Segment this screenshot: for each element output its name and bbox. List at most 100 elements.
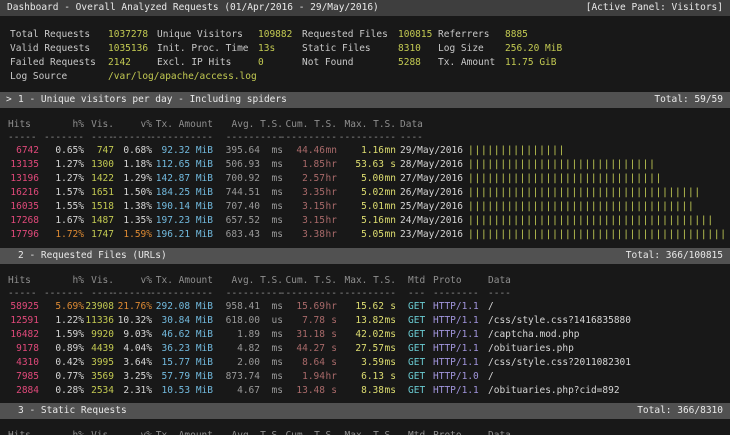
col-underline-tx: ----------- [150,131,213,145]
table-row[interactable]: 125911.22%1133610.32%30.84 MiB618.00us7.… [0,314,730,328]
visitors-value: 1747 [91,228,114,242]
hits-percent: 0.42% [55,356,84,370]
col-underline-max: ---------- [339,131,396,145]
summary-label: Log Size [438,42,484,56]
table-row[interactable]: 172681.67%14871.35%197.23 MiB657.52ms3.1… [0,214,730,228]
hits-percent: 0.89% [55,342,84,356]
col-header-max: Max. T.S. [345,429,396,435]
cum-ts-value: 44.27 [296,342,325,356]
visitors-value: 4439 [91,342,114,356]
summary-value: 8885 [505,28,528,42]
visitors-value: 3995 [91,356,114,370]
col-header-vis: Vis. [91,118,114,132]
max-ts-unit: mn [385,172,396,186]
col-header-max: Max. T.S. [345,118,396,132]
panel-header-bar[interactable]: > 1 - Unique visitors per day - Includin… [0,92,730,108]
table-row[interactable]: 160351.55%15181.38%190.14 MiB707.40ms3.1… [0,200,730,214]
hits-value: 16035 [10,200,39,214]
http-method: GET [408,300,425,314]
summary-value: 8310 [398,42,421,56]
table-row[interactable]: 28840.28%25342.31%10.53 MiB4.67ms13.48s8… [0,384,730,398]
goaccess-terminal-screen: Dashboard - Overall Analyzed Requests (0… [0,0,730,435]
hits-bar: ||||||||||||||||||||||||||||||||||| [468,200,694,214]
max-ts-unit: mn [385,214,396,228]
visitors-percent: 1.50% [123,186,152,200]
col-header-tx: Tx. Amount [156,429,213,435]
avg-ts-unit: ms [272,356,283,370]
cum-ts-value: 15.69 [296,300,325,314]
col-header-hits: Hits [8,429,31,435]
cum-ts-unit: s [331,384,337,398]
max-ts-value: 15.62 [355,300,384,314]
table-row[interactable]: 43100.42%39953.64%15.77 MiB2.00ms8.64s3.… [0,356,730,370]
table-row[interactable]: 131351.27%13001.18%112.65 MiB506.93ms1.8… [0,158,730,172]
cum-ts-unit: hr [326,370,337,384]
visitors-percent: 10.32% [118,314,152,328]
col-header-max: Max. T.S. [345,274,396,288]
tx-amount-value: 57.79 MiB [162,370,213,384]
visitors-percent: 1.29% [123,172,152,186]
col-header-avg: Avg. T.S. [232,274,283,288]
summary-label: Total Requests [10,28,90,42]
date-value: 23/May/2016 [400,228,463,242]
http-method: GET [408,384,425,398]
cum-ts-value: 1.94 [302,370,325,384]
hits-percent: 0.65% [55,144,84,158]
request-url: / [488,300,494,314]
panel-total: Total: 366/8310 [637,403,723,419]
table-row[interactable]: 131961.27%14221.29%142.87 MiB700.92ms2.5… [0,172,730,186]
hits-percent: 0.28% [55,384,84,398]
col-underline-hpct: ------- [44,287,84,301]
table-row[interactable]: 164821.59%99209.03%46.62 MiB1.89ms31.18s… [0,328,730,342]
max-ts-value: 5.02 [361,186,384,200]
avg-ts-unit: ms [272,228,283,242]
avg-ts-value: 958.41 [226,300,260,314]
hits-bar: |||||||||||||||||||||||||||||||||||| [468,186,701,200]
panel-header-bar[interactable]: 2 - Requested Files (URLs) Total: 366/10… [0,248,730,264]
table-row[interactable]: 162161.57%16511.50%184.25 MiB744.51ms3.3… [0,186,730,200]
avg-ts-unit: ms [272,214,283,228]
col-header-data: Data [488,274,511,288]
active-panel-marker: > [6,92,12,108]
max-ts-unit: ms [385,328,396,342]
col-header-hits: Hits [8,274,31,288]
hits-bar: |||||||||||||||||||||||||||||| [468,172,662,186]
cum-ts-unit: s [331,328,337,342]
max-ts-value: 5.00 [361,172,384,186]
hits-bar: |||||||||||||||||||||||||||||||||||||| [468,214,714,228]
panel-total: Total: 59/59 [654,92,723,108]
col-header-cum: Cum. T.S. [286,429,337,435]
cum-ts-unit: mn [326,144,337,158]
visitors-percent: 1.35% [123,214,152,228]
cum-ts-unit: hr [326,200,337,214]
cum-ts-value: 3.15 [302,214,325,228]
avg-ts-value: 1.89 [237,328,260,342]
col-header-tx: Tx. Amount [156,274,213,288]
http-method: GET [408,342,425,356]
summary-label: Valid Requests [10,42,90,56]
table-row[interactable]: 67420.65%7470.68%92.32 MiB395.64ms44.46m… [0,144,730,158]
hits-value: 4310 [16,356,39,370]
panel-title: 1 - Unique visitors per day - Including … [18,92,287,108]
cum-ts-unit: s [331,314,337,328]
tx-amount-value: 36.23 MiB [162,342,213,356]
summary-line: Valid Requests1035136Init. Proc. Time13s… [0,42,730,56]
table-row[interactable]: 91780.89%44394.04%36.23 MiB4.82ms44.27s2… [0,342,730,356]
hits-percent: 1.55% [55,200,84,214]
avg-ts-value: 506.93 [226,158,260,172]
visitors-percent: 3.25% [123,370,152,384]
table-row[interactable]: 589255.69%2390821.76%292.08 MiB958.41ms1… [0,300,730,314]
col-header-hpct: h% [73,274,84,288]
col-underline-cum: ---------- [280,131,337,145]
summary-label: Static Files [302,42,371,56]
hits-percent: 5.69% [55,300,84,314]
date-value: 26/May/2016 [400,186,463,200]
col-header-avg: Avg. T.S. [232,429,283,435]
table-row[interactable]: 177961.72%17471.59%196.21 MiB683.43ms3.3… [0,228,730,242]
max-ts-value: 13.82 [355,314,384,328]
summary-label: Failed Requests [10,56,96,70]
table-row[interactable]: 79850.77%35693.25%57.79 MiB873.74ms1.94h… [0,370,730,384]
max-ts-value: 8.38 [361,384,384,398]
avg-ts-value: 873.74 [226,370,260,384]
panel-header-bar[interactable]: 3 - Static Requests Total: 366/8310 [0,403,730,419]
